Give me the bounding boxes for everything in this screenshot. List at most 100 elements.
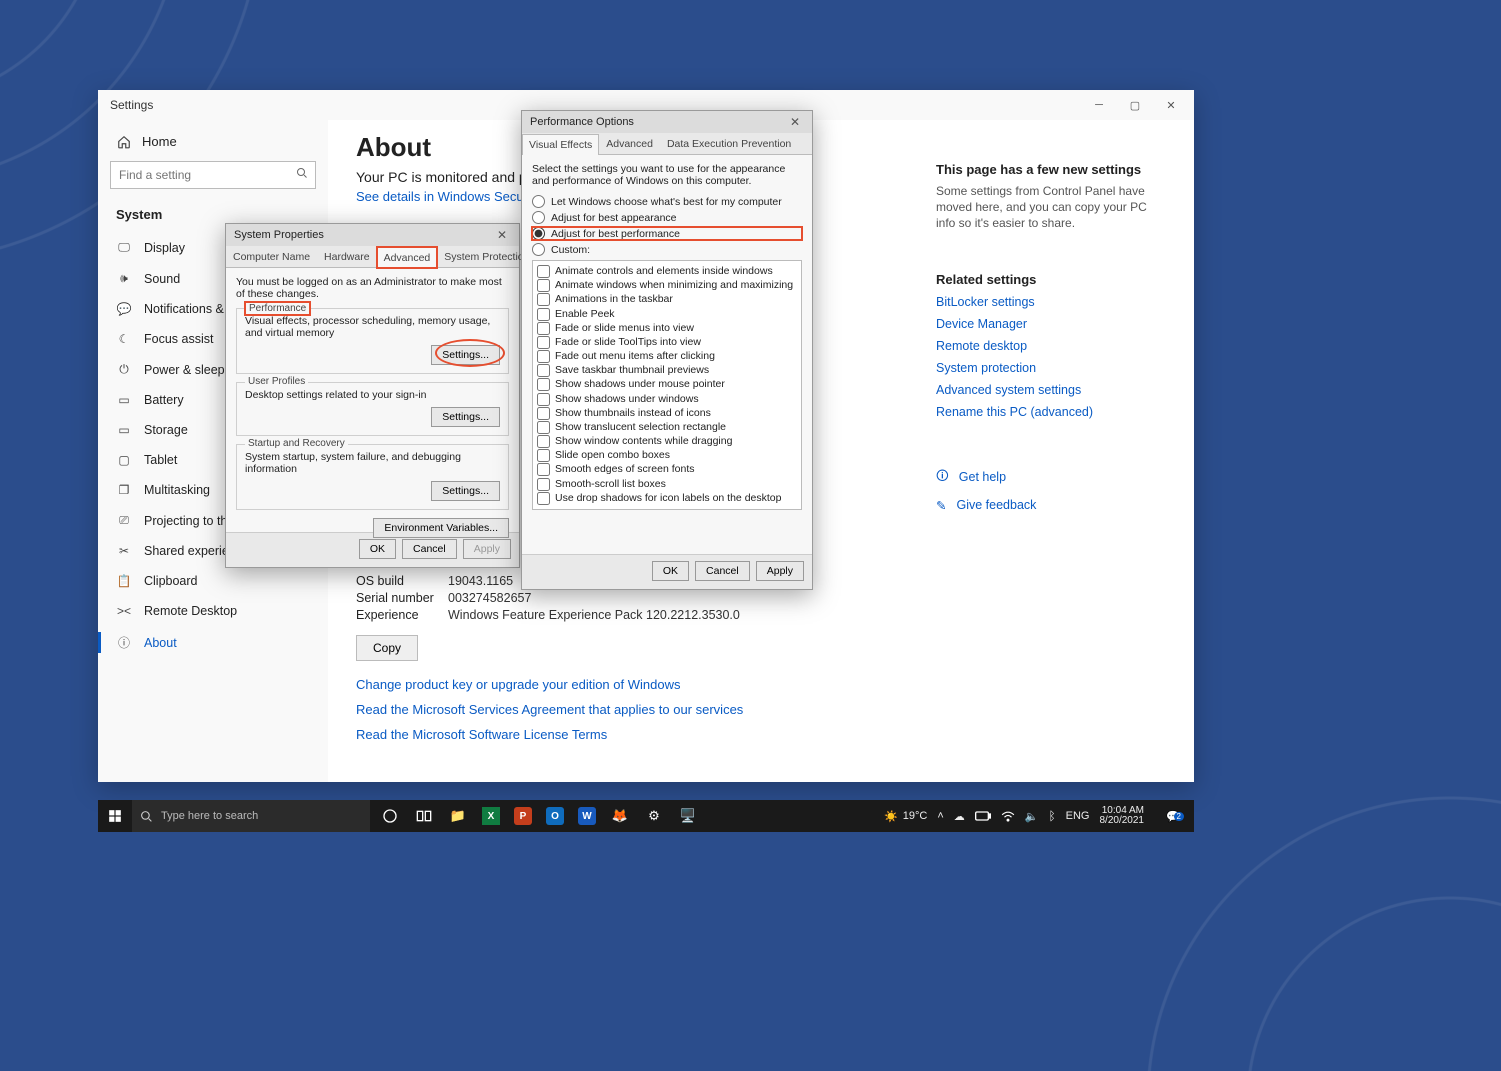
check-row[interactable]: Fade or slide menus into view [537,321,797,335]
tab-advanced[interactable]: Advanced [599,133,660,154]
check-input[interactable] [537,435,550,448]
check-row[interactable]: Show window contents while dragging [537,434,797,448]
word-icon[interactable]: W [578,807,596,825]
about-action-link[interactable]: Read the Microsoft Services Agreement th… [356,702,906,717]
check-row[interactable]: Smooth-scroll list boxes [537,477,797,491]
get-help-link[interactable]: 🛈 Get help [936,467,1166,488]
wifi-icon[interactable] [1001,810,1015,822]
tab-visual-effects[interactable]: Visual Effects [522,134,599,155]
about-action-link[interactable]: Read the Microsoft Software License Term… [356,727,906,742]
sysprops-cancel-button[interactable]: Cancel [402,539,457,559]
weather-widget[interactable]: ☀️ 19°C [884,810,927,823]
about-action-link[interactable]: Change product key or upgrade your editi… [356,677,906,692]
check-input[interactable] [537,364,550,377]
tab-hardware[interactable]: Hardware [317,246,377,267]
radio-input[interactable] [532,243,545,256]
related-link[interactable]: Remote desktop [936,339,1166,353]
check-row[interactable]: Show shadows under mouse pointer [537,377,797,391]
tab-data-execution-prevention[interactable]: Data Execution Prevention [660,133,798,154]
check-input[interactable] [537,449,550,462]
give-feedback-link[interactable]: ✎ Give feedback [936,498,1166,513]
sysprops-close-button[interactable]: ✕ [491,228,513,242]
check-row[interactable]: Show thumbnails instead of icons [537,406,797,420]
check-input[interactable] [537,350,550,363]
start-button[interactable] [98,809,132,823]
perf-cancel-button[interactable]: Cancel [695,561,750,581]
battery-tray-icon[interactable] [975,811,991,821]
check-row[interactable]: Fade or slide ToolTips into view [537,335,797,349]
bluetooth-icon[interactable]: ᛒ [1048,809,1055,823]
perf-apply-button[interactable]: Apply [756,561,804,581]
check-input[interactable] [537,279,550,292]
cortana-icon[interactable] [380,806,400,826]
language-indicator[interactable]: ENG [1066,810,1090,822]
check-row[interactable]: Fade out menu items after clicking [537,349,797,363]
check-input[interactable] [537,308,550,321]
close-button[interactable]: ✕ [1154,94,1188,116]
outlook-icon[interactable]: O [546,807,564,825]
powerpoint-icon[interactable]: P [514,807,532,825]
related-link[interactable]: Advanced system settings [936,383,1166,397]
sysprops-apply-button[interactable]: Apply [463,539,511,559]
performance-settings-button[interactable]: Settings... [431,345,500,365]
taskbar-search[interactable]: Type here to search [132,800,370,832]
volume-icon[interactable]: 🔈 [1025,810,1039,823]
sidebar-item-about[interactable]: ⓘAbout [98,626,328,659]
tray-chevron-icon[interactable]: ˄ [937,810,943,822]
tab-advanced[interactable]: Advanced [377,247,438,268]
home-link[interactable]: Home [98,128,328,155]
check-row[interactable]: Use drop shadows for icon labels on the … [537,491,797,505]
task-view-icon[interactable] [414,806,434,826]
check-input[interactable] [537,293,550,306]
maximize-button[interactable]: ▢ [1118,94,1152,116]
onedrive-icon[interactable]: ☁ [954,810,965,823]
startup-recovery-settings-button[interactable]: Settings... [431,481,500,501]
check-input[interactable] [537,322,550,335]
check-input[interactable] [537,265,550,278]
check-row[interactable]: Smooth edges of screen fonts [537,462,797,476]
check-row[interactable]: Enable Peek [537,307,797,321]
tab-computer-name[interactable]: Computer Name [226,246,317,267]
file-explorer-icon[interactable]: 📁 [448,806,468,826]
sysprops-ok-button[interactable]: OK [359,539,396,559]
firefox-icon[interactable]: 🦊 [610,806,630,826]
radio-custom[interactable]: Custom: [532,243,802,256]
check-input[interactable] [537,463,550,476]
action-center-icon[interactable]: 💬2 [1160,810,1186,823]
related-link[interactable]: Rename this PC (advanced) [936,405,1166,419]
visual-effects-list[interactable]: Animate controls and elements inside win… [532,260,802,510]
radio-input[interactable] [532,195,545,208]
check-input[interactable] [537,492,550,505]
check-row[interactable]: Show shadows under windows [537,392,797,406]
radio-let-windows-choose-what-s-best-for-my-computer[interactable]: Let Windows choose what's best for my co… [532,195,802,208]
clock[interactable]: 10:04 AM 8/20/2021 [1100,806,1151,827]
check-input[interactable] [537,378,550,391]
radio-input[interactable] [532,211,545,224]
excel-icon[interactable]: X [482,807,500,825]
check-row[interactable]: Animate controls and elements inside win… [537,264,797,278]
perf-ok-button[interactable]: OK [652,561,689,581]
check-row[interactable]: Save taskbar thumbnail previews [537,363,797,377]
check-input[interactable] [537,393,550,406]
check-input[interactable] [537,421,550,434]
check-row[interactable]: Slide open combo boxes [537,448,797,462]
related-link[interactable]: BitLocker settings [936,295,1166,309]
perf-close-button[interactable]: ✕ [784,115,806,129]
sidebar-item-clipboard[interactable]: 📋Clipboard [98,566,328,596]
sidebar-item-remote-desktop[interactable]: ><Remote Desktop [98,596,328,626]
user-profiles-settings-button[interactable]: Settings... [431,407,500,427]
check-input[interactable] [537,478,550,491]
settings-taskbar-icon[interactable]: ⚙ [644,806,664,826]
check-input[interactable] [537,336,550,349]
radio-adjust-for-best-appearance[interactable]: Adjust for best appearance [532,211,802,224]
search-input[interactable] [110,161,316,189]
check-input[interactable] [537,407,550,420]
related-link[interactable]: System protection [936,361,1166,375]
check-row[interactable]: Show translucent selection rectangle [537,420,797,434]
control-panel-icon[interactable]: 🖥️ [678,806,698,826]
minimize-button[interactable]: ─ [1082,94,1116,116]
copy-button[interactable]: Copy [356,635,418,661]
check-row[interactable]: Animations in the taskbar [537,292,797,306]
radio-input[interactable] [532,227,545,240]
environment-variables-button[interactable]: Environment Variables... [373,518,509,538]
